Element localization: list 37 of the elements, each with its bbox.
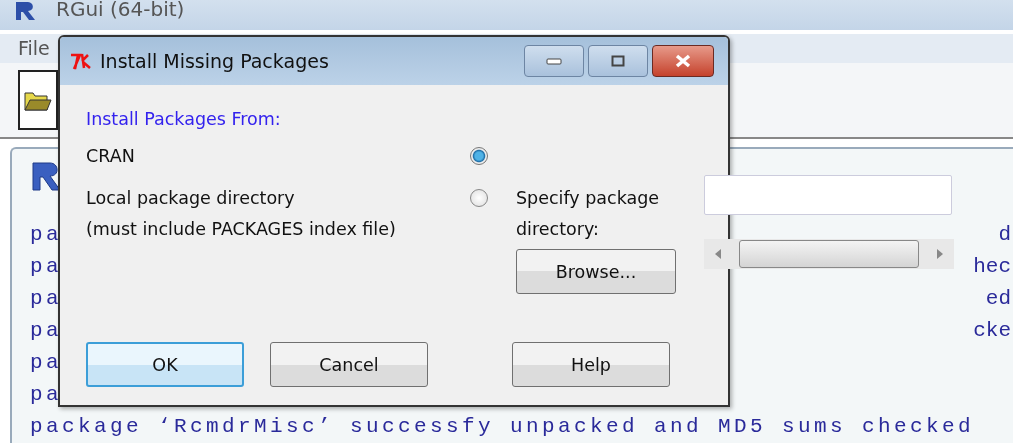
field-label: Specify package directory: — [516, 187, 661, 241]
console-text: pa — [30, 382, 62, 408]
console-text: hec — [973, 254, 1011, 280]
directory-input-field[interactable] — [704, 175, 952, 215]
section-label: Install Packages From: — [86, 109, 282, 129]
menu-item[interactable]: File — [18, 37, 50, 60]
r-logo-icon — [14, 0, 38, 22]
right-arrow-icon — [936, 248, 944, 260]
console-text: cke — [973, 318, 1011, 344]
close-button[interactable] — [652, 45, 714, 77]
tk-feather-icon — [70, 52, 92, 70]
dialog-button[interactable]: OK — [86, 342, 244, 387]
console-text: pa — [30, 318, 62, 344]
radio-label: CRAN — [86, 145, 136, 168]
left-arrow-icon — [714, 248, 722, 260]
radio-label: Local package directory (must include PACKAGES index file) — [86, 187, 397, 241]
close-icon — [674, 54, 692, 68]
maximize-icon — [611, 55, 625, 67]
console-text: package ‘RcmdrMisc’ successfy unpacked and MD5 sums checked — [30, 414, 975, 440]
console-text: ed — [985, 286, 1011, 312]
window-title: RGui (64-bit) — [56, 0, 185, 18]
console-text: pa — [30, 222, 62, 248]
scrollbar-thumb[interactable] — [739, 240, 919, 268]
browse-button[interactable]: Browse... — [516, 249, 676, 294]
console-text: pa — [30, 254, 62, 280]
radio-button[interactable] — [470, 147, 488, 165]
maximize-button[interactable] — [588, 45, 648, 77]
dialog-button[interactable]: Cancel — [270, 342, 428, 387]
minimize-icon — [546, 57, 562, 65]
horizontal-scrollbar[interactable] — [704, 239, 954, 269]
console-text: d — [998, 222, 1011, 248]
radio-button[interactable] — [470, 189, 488, 207]
dialog-button[interactable]: Help — [512, 342, 670, 387]
dialog-title: Install Missing Packages — [100, 50, 329, 72]
console-text: pa — [30, 350, 62, 376]
console-text: pa — [30, 286, 62, 312]
open-folder-button[interactable] — [18, 70, 58, 131]
